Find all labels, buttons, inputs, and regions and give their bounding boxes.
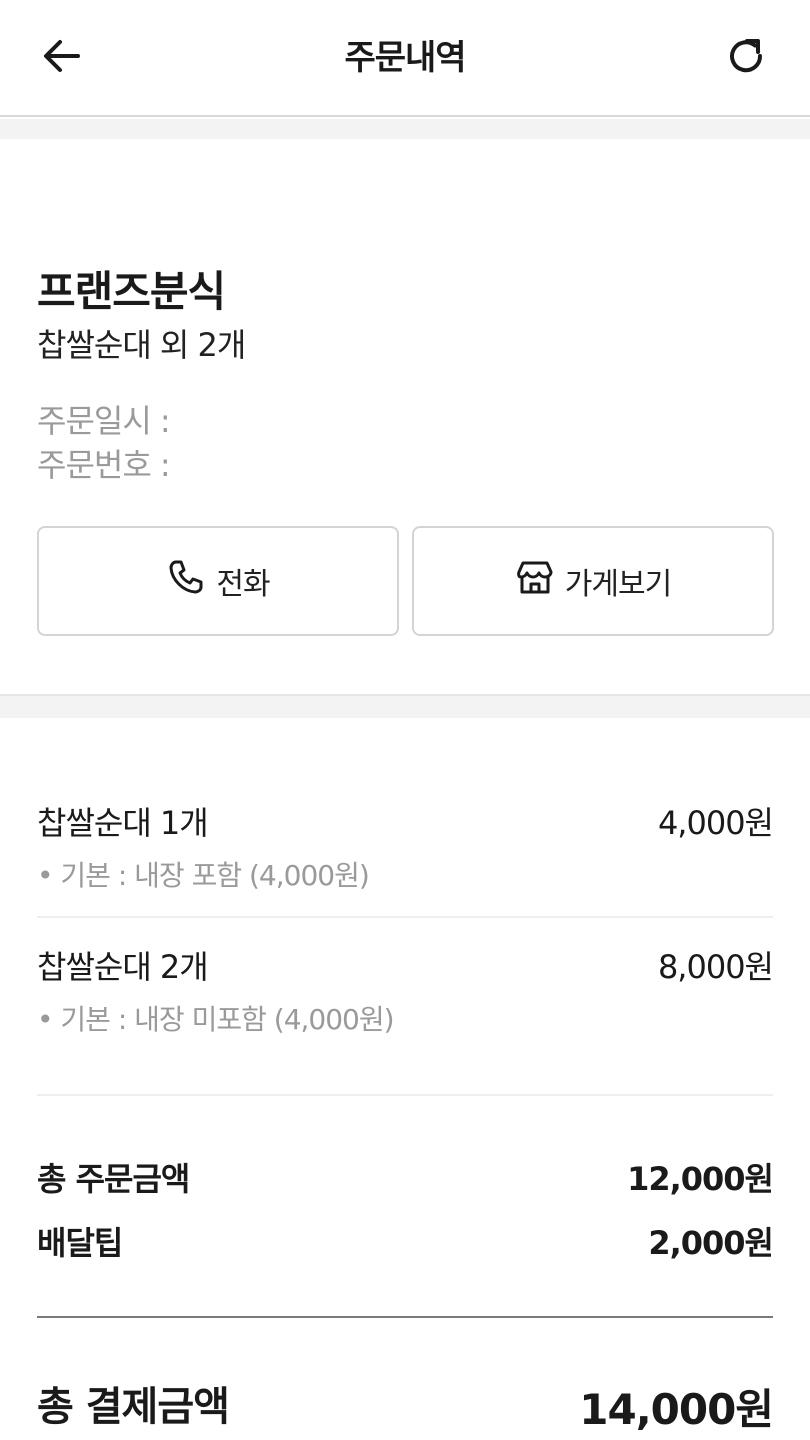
item-price: 8,000원 bbox=[657, 948, 774, 986]
app-header: 주문내역 bbox=[0, 0, 810, 117]
item-option: • 기본 : 내장 미포함 (4,000원) bbox=[37, 1003, 395, 1036]
list-item: 찹쌀순대 1개 4,000원 • 기본 : 내장 포함 (4,000원) bbox=[37, 798, 774, 908]
list-item: 찹쌀순대 2개 8,000원 • 기본 : 내장 미포함 (4,000원) bbox=[37, 942, 774, 1052]
view-store-button-label: 가게보기 bbox=[564, 567, 672, 602]
delivery-tip-value: 2,000원 bbox=[648, 1224, 774, 1262]
view-store-button[interactable]: 가게보기 bbox=[412, 526, 774, 636]
phone-icon bbox=[166, 557, 206, 605]
section-spacer bbox=[0, 694, 810, 718]
item-name: 찹쌀순대 2개 bbox=[37, 948, 209, 986]
section-spacer bbox=[0, 119, 810, 139]
item-price: 4,000원 bbox=[657, 804, 774, 842]
refresh-icon[interactable] bbox=[722, 32, 770, 80]
order-total-label: 총 주문금액 bbox=[37, 1160, 190, 1198]
call-button-label: 전화 bbox=[216, 567, 270, 602]
divider bbox=[37, 1094, 773, 1096]
order-total-value: 12,000원 bbox=[627, 1160, 774, 1198]
call-button[interactable]: 전화 bbox=[37, 526, 399, 636]
store-name: 프랜즈분식 bbox=[37, 267, 226, 316]
store-icon bbox=[515, 557, 555, 605]
page-title: 주문내역 bbox=[344, 38, 466, 78]
order-summary: 찹쌀순대 외 2개 bbox=[37, 326, 246, 364]
delivery-tip-label: 배달팁 bbox=[37, 1224, 123, 1262]
payment-total-value: 14,000원 bbox=[579, 1385, 774, 1434]
order-number-label: 주문번호 : bbox=[37, 446, 171, 484]
item-name: 찹쌀순대 1개 bbox=[37, 804, 209, 842]
payment-total-label: 총 결제금액 bbox=[37, 1384, 230, 1430]
divider bbox=[37, 916, 773, 918]
item-option: • 기본 : 내장 포함 (4,000원) bbox=[37, 859, 370, 892]
divider bbox=[37, 1316, 773, 1318]
order-date-label: 주문일시 : bbox=[37, 402, 171, 440]
